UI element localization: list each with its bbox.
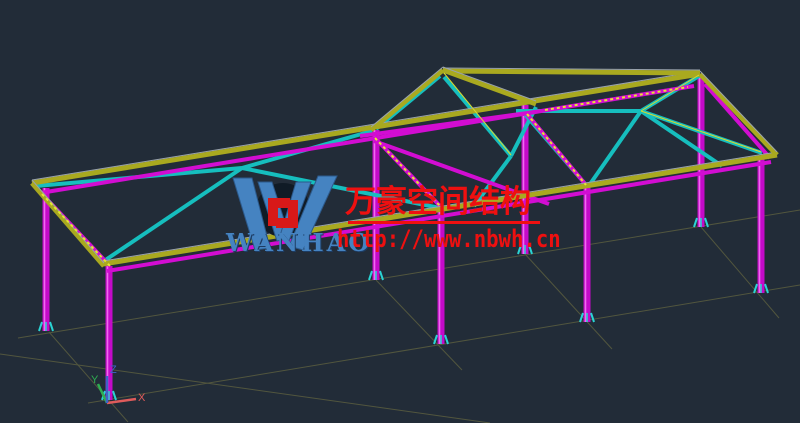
ground-line <box>525 254 612 349</box>
column-base-foot <box>591 313 594 322</box>
cad-canvas[interactable]: XYZ WANHAO 万豪空间结构 http://www.nbwh.cn <box>0 0 800 423</box>
column-base-foot <box>694 218 697 227</box>
eave-beam <box>443 70 536 104</box>
chord-member <box>705 84 770 158</box>
ground-line <box>49 332 128 422</box>
ground-line <box>0 354 490 423</box>
ucs-x-label: X <box>138 392 146 404</box>
ucs-z-label: Z <box>110 364 117 376</box>
column-member <box>758 157 765 293</box>
web-member <box>641 111 722 166</box>
ground-line <box>376 280 462 370</box>
watermark-underline <box>348 221 540 224</box>
column-base-foot <box>39 322 42 331</box>
column-base-foot <box>50 322 53 331</box>
column-base-foot <box>765 284 768 293</box>
eave-beam <box>443 71 700 73</box>
column-member <box>43 188 50 331</box>
column-base-foot <box>369 271 372 280</box>
column-base-foot <box>445 335 448 344</box>
ground-line <box>701 227 779 318</box>
beam-edge <box>32 71 700 180</box>
watermark-url: http://www.nbwh.cn <box>337 225 561 253</box>
beam-edge <box>700 71 777 152</box>
watermark-company-name: 万豪空间结构 <box>345 186 585 219</box>
gusset-teeth <box>42 194 110 266</box>
ucs-y-label: Y <box>91 374 99 386</box>
